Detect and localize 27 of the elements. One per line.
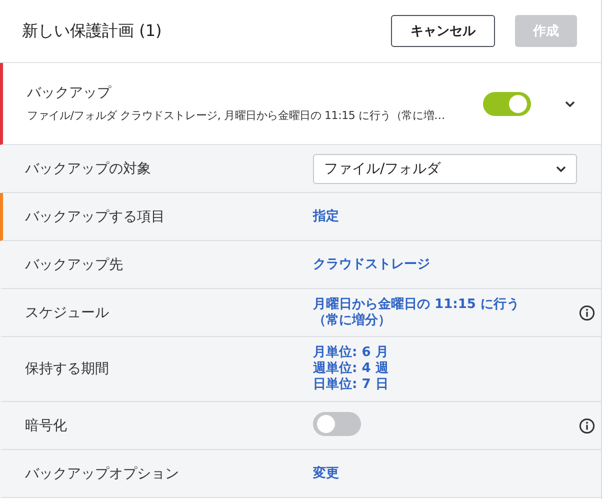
setting-link[interactable]: 日単位: 7 日 [313,377,388,393]
setting-label: 保持する期間 [25,360,110,378]
setting-link[interactable]: （常に増分） [313,312,391,328]
section-title: バックアップ [27,84,112,102]
dialog-title: 新しい保護計画 (1) [22,20,162,42]
setting-label: スケジュール [25,304,110,322]
setting-link[interactable]: 月単位: 6 月 [313,345,388,361]
info-icon[interactable] [579,418,595,434]
setting-link[interactable]: クラウドストレージ [313,256,430,272]
chevron-icon [556,166,566,172]
setting-label: バックアップする項目 [25,208,166,226]
setting-link[interactable]: 指定 [313,208,339,224]
setting-link[interactable]: 月曜日から金曜日の 11:15 に行う [313,296,520,312]
toggle-switch[interactable] [483,92,531,116]
setting-label: バックアップオプション [25,464,180,482]
toggle-switch[interactable] [313,412,361,436]
setting-label: バックアップの対象 [25,160,152,178]
section-header[interactable]: バックアップ ファイル/フォルダ クラウドストレージ, 月曜日から金曜日の 11:15 に行う（常に増… [0,63,601,145]
info-icon[interactable] [579,304,595,320]
chevron-icon[interactable] [565,100,575,106]
setting-label: 暗号化 [25,416,68,434]
setting-label: バックアップ先 [25,256,124,274]
cancel-button[interactable]: キャンセル [391,15,495,47]
dropdown[interactable]: ファイル/フォルダ [313,154,577,184]
setting-link[interactable]: 変更 [313,466,339,482]
section-summary: ファイル/フォルダ クラウドストレージ, 月曜日から金曜日の 11:15 に行う（常に増… [27,108,446,123]
setting-link[interactable]: 週単位: 4 週 [313,361,388,377]
